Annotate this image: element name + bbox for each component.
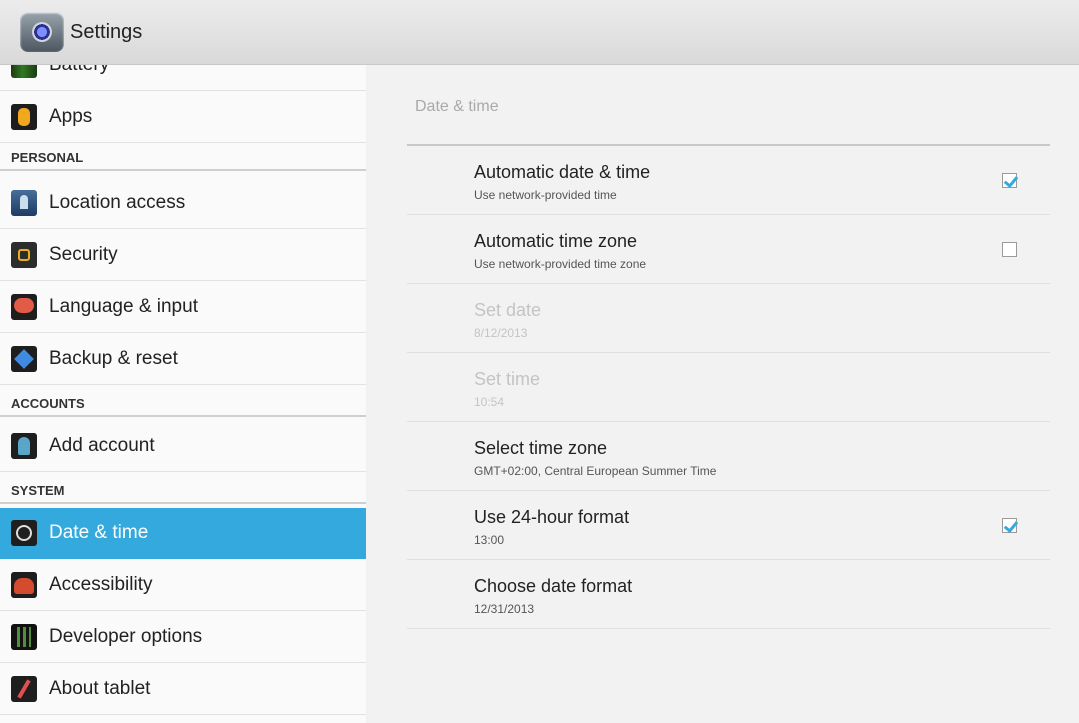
pref-title: Automatic time zone (474, 231, 638, 251)
automatic-time-zone-checkbox[interactable] (1002, 242, 1017, 257)
sidebar-item-label: About tablet (49, 678, 151, 699)
pref-set-date[interactable]: Set date 8/12/2013 (407, 284, 1050, 353)
sidebar-item-backup-reset[interactable]: Backup & reset (0, 334, 366, 385)
pref-use-24-hour-format[interactable]: Use 24-hour format 13:00 (407, 491, 1050, 560)
sidebar-item-label: Backup & reset (49, 348, 178, 369)
section-header-accounts: ACCOUNTS (0, 391, 366, 417)
location-icon (11, 190, 37, 216)
lock-icon (11, 242, 37, 268)
sidebar-item-battery[interactable]: Battery (0, 65, 366, 91)
automatic-date-time-checkbox[interactable] (1002, 173, 1017, 188)
sidebar-item-about-tablet[interactable]: About tablet (0, 664, 366, 715)
sidebar-item-security[interactable]: Security (0, 230, 366, 281)
sidebar-item-label: Location access (49, 192, 186, 213)
pref-summary: 8/12/2013 (474, 326, 528, 340)
action-bar: Settings (0, 0, 1079, 65)
settings-sidebar: Battery Apps PERSONAL Location access Se… (0, 65, 366, 723)
pref-title: Use 24-hour format (474, 507, 630, 527)
use-24-hour-format-checkbox[interactable] (1002, 518, 1017, 533)
pref-choose-date-format[interactable]: Choose date format 12/31/2013 (407, 560, 1050, 629)
language-icon (11, 294, 37, 320)
page-title: Date & time (415, 98, 499, 115)
clock-icon (11, 520, 37, 546)
backup-icon (11, 346, 37, 372)
pref-title: Select time zone (474, 438, 608, 458)
accessibility-icon (11, 572, 37, 598)
date-time-settings-pane: Date & time Automatic date & time Use ne… (367, 65, 1079, 723)
pref-summary: 10:54 (474, 395, 505, 409)
sidebar-item-label: Date & time (49, 522, 149, 543)
sidebar-item-label: Add account (49, 435, 155, 456)
sidebar-item-accessibility[interactable]: Accessibility (0, 560, 366, 611)
pref-title: Automatic date & time (474, 162, 651, 182)
pref-automatic-time-zone[interactable]: Automatic time zone Use network-provided… (407, 215, 1050, 284)
developer-options-icon (11, 624, 37, 650)
apps-icon (11, 104, 37, 130)
pref-set-time[interactable]: Set time 10:54 (407, 353, 1050, 422)
sidebar-item-developer-options[interactable]: Developer options (0, 612, 366, 663)
battery-icon (11, 65, 37, 78)
sidebar-item-label: Accessibility (49, 574, 153, 595)
pref-summary: Use network-provided time (474, 188, 617, 202)
app-title: Settings (70, 20, 143, 43)
add-account-icon (11, 433, 37, 459)
sidebar-item-label: Developer options (49, 626, 203, 647)
pref-automatic-date-time[interactable]: Automatic date & time Use network-provid… (407, 146, 1050, 215)
sidebar-item-add-account[interactable]: Add account (0, 421, 366, 472)
section-header-personal: PERSONAL (0, 145, 366, 171)
section-header-system: SYSTEM (0, 478, 366, 504)
pref-summary: 12/31/2013 (474, 602, 535, 616)
pref-summary: GMT+02:00, Central European Summer Time (474, 464, 717, 478)
pref-title: Set date (474, 300, 542, 320)
sidebar-item-date-time[interactable]: Date & time (0, 508, 366, 559)
sidebar-item-apps[interactable]: Apps (0, 92, 366, 143)
pref-title: Set time (474, 369, 541, 389)
sidebar-item-label: Security (49, 244, 118, 265)
settings-gear-icon[interactable] (18, 8, 66, 56)
sidebar-item-label: Battery (49, 65, 109, 76)
pref-title: Choose date format (474, 576, 633, 596)
pref-summary: Use network-provided time zone (474, 257, 647, 271)
sidebar-item-location-access[interactable]: Location access (0, 178, 366, 229)
sidebar-item-label: Language & input (49, 296, 198, 317)
sidebar-item-label: Apps (49, 106, 93, 127)
pref-select-time-zone[interactable]: Select time zone GMT+02:00, Central Euro… (407, 422, 1050, 491)
about-tablet-icon (11, 676, 37, 702)
sidebar-item-language-input[interactable]: Language & input (0, 282, 366, 333)
pref-summary: 13:00 (474, 533, 505, 547)
